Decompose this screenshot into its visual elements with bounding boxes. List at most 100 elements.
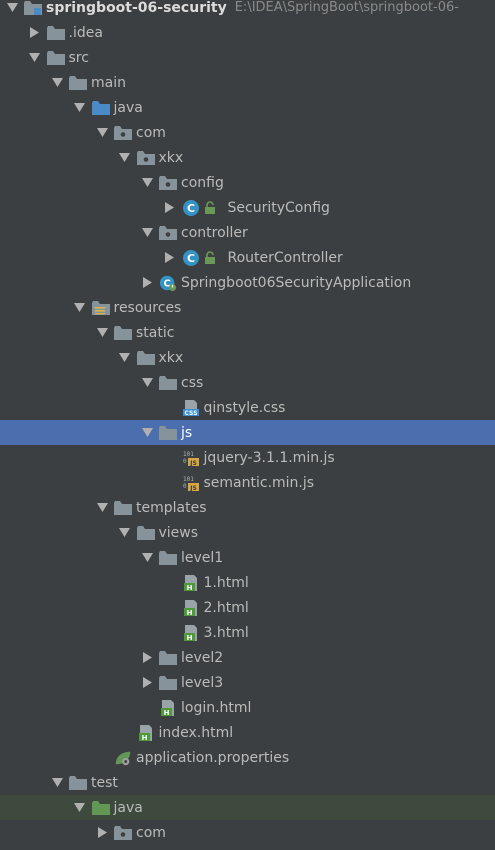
tree-row-src[interactable]: src [0, 45, 495, 70]
tree-row-label: views [158, 524, 199, 541]
tree-row-label: application.properties [136, 749, 290, 766]
chevron-down-icon[interactable] [6, 1, 18, 15]
html-file-icon: H [182, 599, 200, 617]
chevron-down-icon[interactable] [141, 376, 153, 390]
chevron-down-icon[interactable] [51, 76, 63, 90]
chevron-down-icon[interactable] [119, 351, 131, 365]
chevron-down-icon[interactable] [96, 501, 108, 515]
chevron-down-icon[interactable] [119, 526, 131, 540]
test-source-folder-icon [91, 800, 110, 816]
tree-row-level1[interactable]: level1 [0, 545, 495, 570]
class-icon: C [182, 199, 200, 216]
chevron-down-icon[interactable] [96, 126, 108, 140]
tree-row-level3[interactable]: level3 [0, 670, 495, 695]
module-folder-icon [24, 0, 42, 16]
tree-row-level2[interactable]: level2 [0, 645, 495, 670]
tree-row-label: css [181, 374, 204, 391]
chevron-down-icon[interactable] [141, 176, 153, 190]
spring-properties-icon [114, 750, 132, 766]
tree-row-css[interactable]: css [0, 370, 495, 395]
tree-row-2-html[interactable]: H 2.html [0, 595, 495, 620]
chevron-down-icon[interactable] [74, 101, 86, 115]
tree-row-index-html[interactable]: Hindex.html [0, 720, 495, 745]
tree-row-main[interactable]: main [0, 70, 495, 95]
folder-icon [114, 325, 132, 341]
tree-row-label: 2.html [203, 599, 249, 616]
chevron-right-icon[interactable] [141, 676, 153, 690]
tree-row-label: js [181, 424, 193, 441]
resources-folder-icon [91, 300, 110, 316]
svg-text:JS: JS [189, 485, 197, 492]
chevron-right-icon[interactable] [164, 251, 176, 265]
tree-row-3-html[interactable]: H 3.html [0, 620, 495, 645]
chevron-down-icon[interactable] [141, 551, 153, 565]
chevron-down-icon[interactable] [74, 301, 86, 315]
svg-text:H: H [186, 609, 192, 617]
tree-row-java[interactable]: java [0, 795, 495, 820]
svg-text:H: H [186, 584, 192, 592]
tree-row-routercontroller[interactable]: C RouterController [0, 245, 495, 270]
chevron-down-icon[interactable] [119, 151, 131, 165]
tree-row-springboot06securityapplication[interactable]: C Springboot06SecurityApplication [0, 270, 495, 295]
tree-row-semantic-min-js[interactable]: 101 0 JS semantic.min.js [0, 470, 495, 495]
class-icon: C [182, 249, 200, 266]
tree-row-label: src [68, 49, 89, 66]
lock-icon [204, 200, 218, 215]
tree-row-controller[interactable]: controller [0, 220, 495, 245]
tree-row-label: 3.html [203, 624, 249, 641]
svg-text:C: C [186, 252, 194, 265]
tree-row-config[interactable]: config [0, 170, 495, 195]
folder-icon [46, 25, 65, 41]
chevron-down-icon[interactable] [141, 226, 153, 240]
tree-row-views[interactable]: views [0, 520, 495, 545]
spring-boot-class-icon: C [159, 275, 177, 291]
tree-row-qinstyle-css[interactable]: CSS qinstyle.css [0, 395, 495, 420]
tree-row-com[interactable]: com [0, 120, 495, 145]
source-folder-icon [91, 100, 110, 116]
chevron-right-icon[interactable] [141, 651, 153, 665]
tree-row-label: test [91, 774, 118, 791]
tree-row-label: qinstyle.css [203, 399, 286, 416]
tree-row-idea[interactable]: .idea [0, 20, 495, 45]
tree-row-label: RouterController [227, 249, 343, 266]
tree-row-label: level1 [181, 549, 224, 566]
svg-text:H: H [141, 734, 147, 742]
tree-row-static[interactable]: static [0, 320, 495, 345]
tree-row-xkx[interactable]: xkx [0, 345, 495, 370]
tree-row-jquery-3-1-1-min-js[interactable]: 101 0 JS jquery-3.1.1.min.js [0, 445, 495, 470]
tree-row-label: static [136, 324, 175, 341]
html-file-icon: H [182, 624, 200, 642]
css-file-icon: CSS [182, 399, 200, 417]
chevron-right-icon[interactable] [164, 201, 176, 215]
package-icon [114, 125, 132, 141]
tree-row-login-html[interactable]: Hlogin.html [0, 695, 495, 720]
folder-icon [136, 350, 155, 366]
chevron-down-icon[interactable] [141, 426, 153, 440]
tree-row-templates[interactable]: templates [0, 495, 495, 520]
chevron-right-icon[interactable] [29, 26, 41, 40]
tree-row-label: com [136, 824, 166, 841]
chevron-down-icon[interactable] [96, 326, 108, 340]
tree-row-1-html[interactable]: H 1.html [0, 570, 495, 595]
tree-row-springboot-06-security[interactable]: springboot-06-security E:\IDEA\SpringBoot… [0, 0, 495, 20]
tree-row-application-properties[interactable]: application.properties [0, 745, 495, 770]
tree-row-securityconfig[interactable]: C SecurityConfig [0, 195, 495, 220]
tree-row-label: level3 [181, 674, 224, 691]
chevron-down-icon[interactable] [51, 776, 63, 790]
tree-row-label: semantic.min.js [203, 474, 315, 491]
html-file-icon: H [182, 574, 200, 592]
tree-row-xkx[interactable]: xkx [0, 145, 495, 170]
chevron-right-icon[interactable] [96, 826, 108, 840]
chevron-down-icon[interactable] [74, 801, 86, 815]
folder-icon [159, 425, 177, 441]
chevron-right-icon[interactable] [141, 276, 153, 290]
tree-row-js[interactable]: js [0, 420, 495, 445]
package-icon [159, 225, 177, 241]
package-icon [159, 175, 177, 191]
tree-row-test[interactable]: test [0, 770, 495, 795]
tree-row-resources[interactable]: resources [0, 295, 495, 320]
tree-row-java[interactable]: java [0, 95, 495, 120]
tree-row-com[interactable]: com [0, 820, 495, 845]
svg-text:H: H [186, 634, 192, 642]
chevron-down-icon[interactable] [29, 51, 41, 65]
